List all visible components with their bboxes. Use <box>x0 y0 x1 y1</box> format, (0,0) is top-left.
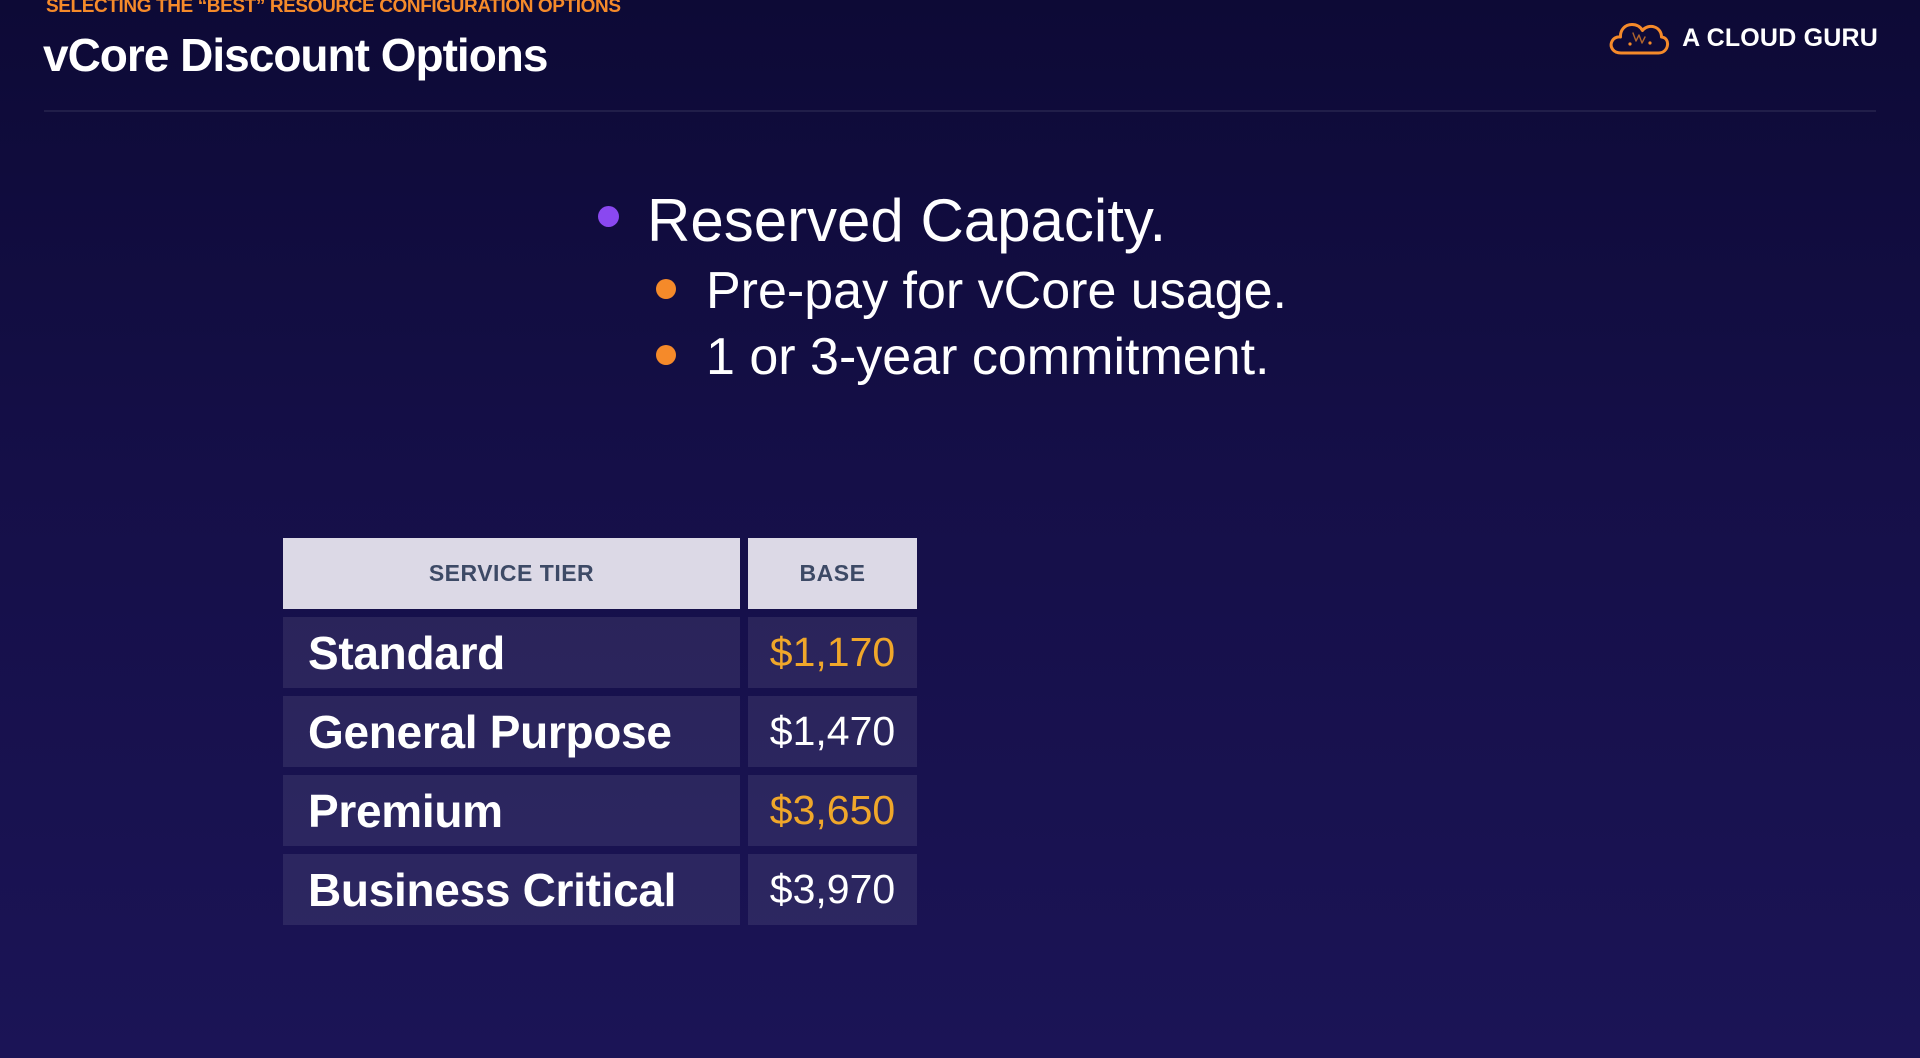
table-row: Premium $3,650 <box>283 775 917 846</box>
base-price-cell: $3,650 <box>748 775 917 846</box>
page-title: vCore Discount Options <box>43 29 548 81</box>
table-row: Standard $1,170 <box>283 617 917 688</box>
base-price-cell: $3,970 <box>748 854 917 925</box>
table-row: Business Critical $3,970 <box>283 854 917 925</box>
brand-name: A CLOUD GURU <box>1682 23 1878 52</box>
base-price-cell: $1,470 <box>748 696 917 767</box>
service-tier-cell: Premium <box>283 775 740 846</box>
table-row: General Purpose $1,470 <box>283 696 917 767</box>
purple-bullet-icon <box>598 206 619 227</box>
service-tier-cell: Business Critical <box>283 854 740 925</box>
cloud-logo-icon <box>1609 23 1670 55</box>
base-price-cell: $1,170 <box>748 617 917 688</box>
service-tier-cell: Standard <box>283 617 740 688</box>
header-divider <box>44 110 1876 112</box>
bullet-text: Reserved Capacity. <box>647 187 1167 254</box>
section-kicker: SELECTING THE “BEST” RESOURCE CONFIGURAT… <box>46 0 621 17</box>
brand-logo: A CLOUD GURU <box>1608 16 1878 60</box>
pricing-table: SERVICE TIER BASE Standard $1,170 Genera… <box>275 530 925 933</box>
service-tier-cell: General Purpose <box>283 696 740 767</box>
orange-bullet-icon <box>656 279 676 299</box>
sub-bullet-prepay: Pre-pay for vCore usage. <box>656 258 1287 324</box>
sub-bullet-text: Pre-pay for vCore usage. <box>706 262 1287 320</box>
table-header-row: SERVICE TIER BASE <box>283 538 917 609</box>
column-header-base: BASE <box>748 538 917 609</box>
bullet-list: Reserved Capacity. Pre-pay for vCore usa… <box>596 186 1287 390</box>
sub-bullet-list: Pre-pay for vCore usage. 1 or 3-year com… <box>596 258 1287 390</box>
sub-bullet-commitment: 1 or 3-year commitment. <box>656 324 1287 390</box>
column-header-service-tier: SERVICE TIER <box>283 538 740 609</box>
sub-bullet-text: 1 or 3-year commitment. <box>706 328 1270 386</box>
bullet-reserved-capacity: Reserved Capacity. <box>596 186 1287 256</box>
orange-bullet-icon <box>656 345 676 365</box>
